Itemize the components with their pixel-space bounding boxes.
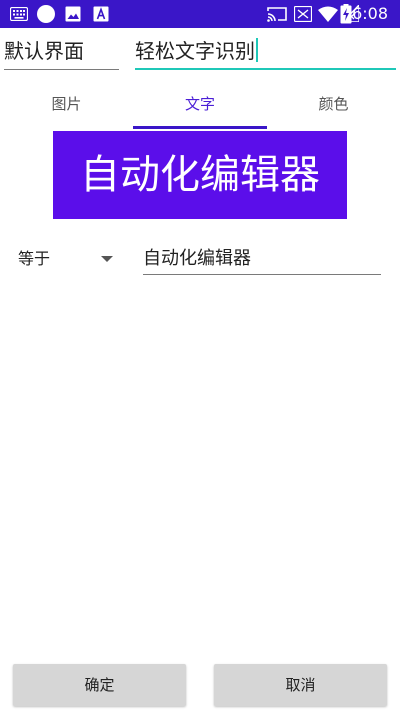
- title-input[interactable]: 轻松文字识别: [135, 36, 396, 70]
- text-preview-image: 自动化编辑器: [53, 131, 347, 219]
- tab-indicator: [133, 126, 267, 129]
- name-input[interactable]: 默认界面: [4, 36, 119, 70]
- text-cursor: [256, 38, 258, 62]
- text-a-icon: [93, 6, 109, 22]
- tab-bar: 图片 文字 颜色: [0, 86, 400, 130]
- wifi-icon: [318, 6, 338, 22]
- keyboard-icon: [10, 7, 28, 21]
- cancel-button[interactable]: 取消: [214, 664, 387, 706]
- status-time: 6:08: [352, 4, 388, 23]
- condition-selected: 等于: [18, 249, 51, 268]
- tab-color[interactable]: 颜色: [267, 86, 400, 130]
- match-text-value: 自动化编辑器: [143, 248, 251, 269]
- circle-icon: [37, 5, 55, 23]
- cast-icon: [267, 7, 287, 22]
- condition-dropdown[interactable]: 等于: [8, 242, 120, 276]
- image-icon: [65, 6, 81, 22]
- tab-image[interactable]: 图片: [0, 86, 133, 130]
- match-text-input[interactable]: 自动化编辑器: [143, 242, 381, 275]
- no-signal-icon: [294, 6, 312, 22]
- title-input-value: 轻松文字识别: [135, 39, 255, 63]
- tab-text[interactable]: 文字: [133, 86, 267, 130]
- name-input-value: 默认界面: [4, 39, 84, 63]
- confirm-button[interactable]: 确定: [13, 664, 186, 706]
- charging-battery-icon: [340, 4, 352, 24]
- screen: 6:08 默认界面 轻松文字识别 图片 文字 颜色 自动化编辑器 等于 自动化编…: [0, 0, 400, 711]
- status-bar: 6:08: [0, 0, 400, 28]
- dropdown-arrow-icon: [101, 256, 113, 262]
